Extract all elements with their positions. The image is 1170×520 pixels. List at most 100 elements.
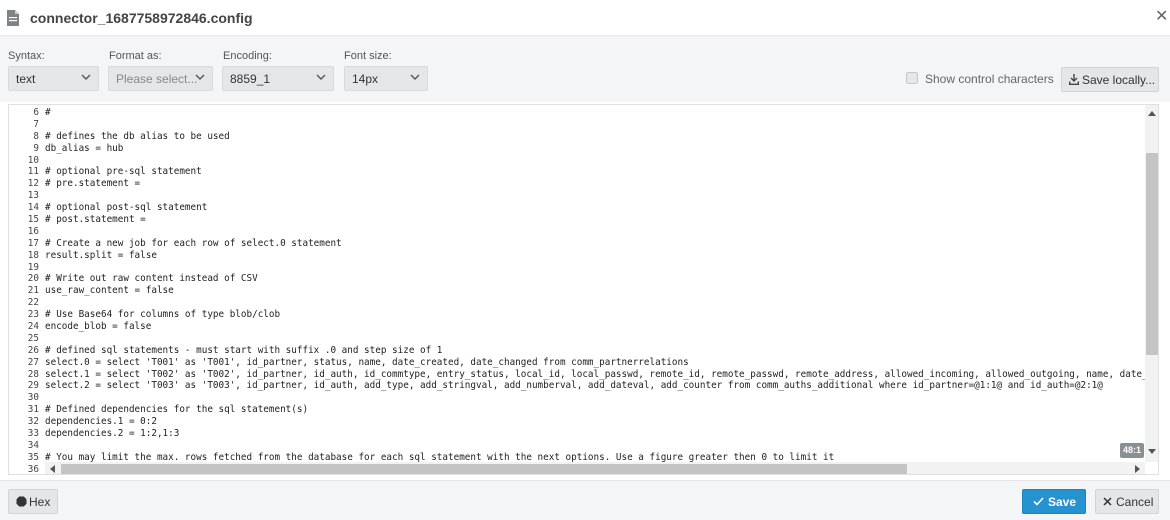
line-number: 33: [27, 428, 39, 440]
line-number: 7: [33, 118, 39, 130]
line-number: 9: [33, 142, 39, 154]
title-bar: connector_1687758972846.config ✕: [0, 0, 1170, 36]
close-icon: [1103, 497, 1112, 506]
line-number: 11: [27, 166, 39, 178]
format-placeholder: Please select...: [116, 72, 198, 86]
code-line[interactable]: use_raw_content = false: [45, 285, 1145, 297]
hex-label: Hex: [29, 495, 51, 509]
line-number: 15: [27, 214, 39, 226]
scroll-down-arrow-icon[interactable]: [1148, 449, 1156, 455]
format-label: Format as:: [109, 50, 162, 62]
line-number: 31: [27, 404, 39, 416]
syntax-label: Syntax:: [8, 50, 45, 62]
hex-button[interactable]: Hex: [8, 489, 58, 514]
save-button[interactable]: Save: [1022, 489, 1086, 514]
code-line[interactable]: [45, 155, 1145, 167]
line-number: 8: [33, 130, 39, 142]
code-line[interactable]: # Create a new job for each row of selec…: [45, 238, 1145, 250]
line-number: 26: [27, 344, 39, 356]
window-title: connector_1687758972846.config: [30, 10, 253, 26]
code-line[interactable]: [45, 119, 1145, 131]
checkmark-icon: [1033, 497, 1044, 506]
show-control-characters-checkbox[interactable]: [906, 72, 918, 84]
code-line[interactable]: # post.statement =: [45, 214, 1145, 226]
code-line[interactable]: [45, 262, 1145, 274]
code-line[interactable]: dependencies.2 = 1:2,1:3: [45, 428, 1145, 440]
code-line[interactable]: #: [45, 107, 1145, 119]
line-number: 23: [27, 309, 39, 321]
cancel-label: Cancel: [1116, 495, 1154, 509]
zoom-badge: 48:1: [1120, 443, 1144, 458]
cancel-button[interactable]: Cancel: [1095, 489, 1159, 514]
code-line[interactable]: encode_blob = false: [45, 321, 1145, 333]
line-number: 10: [27, 154, 39, 166]
show-control-characters-label[interactable]: Show control characters: [925, 72, 1054, 86]
line-number: 16: [27, 225, 39, 237]
line-number: 21: [27, 285, 39, 297]
code-line[interactable]: # optional pre-sql statement: [45, 166, 1145, 178]
syntax-select[interactable]: text: [8, 66, 99, 91]
chevron-down-icon: [316, 74, 326, 80]
close-icon[interactable]: ✕: [1155, 9, 1168, 25]
code-area[interactable]: # # defines the db alias to be used db_ali…: [45, 105, 1145, 462]
chevron-down-icon: [410, 74, 420, 80]
line-number: 17: [27, 237, 39, 249]
code-line[interactable]: db_alias = hub: [45, 143, 1145, 155]
save-label: Save: [1048, 495, 1077, 509]
font-size-value: 14px: [352, 72, 379, 86]
code-line[interactable]: # Use Base64 for columns of type blob/cl…: [45, 309, 1145, 321]
line-number: 32: [27, 416, 39, 428]
code-line[interactable]: # optional post-sql statement: [45, 202, 1145, 214]
font-size-select[interactable]: 14px: [344, 66, 428, 91]
format-select[interactable]: Please select...: [108, 66, 213, 91]
code-line[interactable]: [45, 226, 1145, 238]
code-line[interactable]: # Defined dependencies for the sql state…: [45, 404, 1145, 416]
code-editor[interactable]: 6 7 8 9 10 11 12 13 14 15 16 17 18 19 20 21 22 23 24 25 26 27…: [8, 104, 1159, 475]
chevron-down-icon: [195, 74, 205, 80]
encoding-select[interactable]: 8859_1: [222, 66, 334, 91]
code-line[interactable]: # pre.statement =: [45, 178, 1145, 190]
code-line[interactable]: # You may limit the max. rows fetched fr…: [45, 452, 1145, 462]
line-number-gutter: 6 7 8 9 10 11 12 13 14 15 16 17 18 19 20 21 22 23 24 25 26 27…: [9, 105, 41, 474]
code-line[interactable]: [45, 392, 1145, 404]
horizontal-scrollbar[interactable]: [45, 462, 1145, 474]
line-number: 18: [27, 249, 39, 261]
line-number: 29: [27, 380, 39, 392]
line-number: 24: [27, 321, 39, 333]
line-number: 22: [27, 297, 39, 309]
line-number: 12: [27, 178, 39, 190]
encoding-label: Encoding:: [223, 50, 272, 62]
line-number: 27: [27, 356, 39, 368]
code-line[interactable]: select.2 = select 'T003' as 'T003', id_p…: [45, 380, 1145, 392]
code-line[interactable]: dependencies.1 = 0:2: [45, 416, 1145, 428]
code-line[interactable]: # Write out raw content instead of CSV: [45, 273, 1145, 285]
line-number: 14: [27, 202, 39, 214]
scroll-up-arrow-icon[interactable]: [1148, 110, 1156, 116]
syntax-value: text: [16, 72, 36, 86]
editor-toolbar: Syntax: text Format as: Please select...…: [0, 36, 1170, 102]
line-number: 34: [27, 439, 39, 451]
line-number: 6: [33, 107, 39, 118]
save-locally-button[interactable]: Save locally...: [1061, 67, 1159, 92]
code-line[interactable]: [45, 190, 1145, 202]
scroll-left-arrow-icon[interactable]: [49, 465, 55, 473]
code-line[interactable]: select.1 = select 'T002' as 'T002', id_p…: [45, 369, 1145, 381]
code-line[interactable]: result.split = false: [45, 250, 1145, 262]
dialog-footer: Hex Save Cancel: [0, 480, 1170, 520]
encoding-value: 8859_1: [230, 72, 271, 86]
line-number: 13: [27, 190, 39, 202]
code-line[interactable]: select.0 = select 'T001' as 'T001', id_p…: [45, 357, 1145, 369]
vertical-scroll-thumb[interactable]: [1146, 153, 1158, 355]
code-line[interactable]: [45, 333, 1145, 345]
code-line[interactable]: # defined sql statements - must start wi…: [45, 345, 1145, 357]
line-number: 19: [27, 261, 39, 273]
scroll-right-arrow-icon[interactable]: [1135, 465, 1141, 473]
horizontal-scroll-thumb[interactable]: [61, 464, 907, 474]
hexagon-icon: [16, 496, 27, 507]
vertical-scrollbar[interactable]: [1145, 105, 1158, 462]
font-size-label: Font size:: [344, 50, 392, 62]
line-number: 28: [27, 368, 39, 380]
code-line[interactable]: # defines the db alias to be used: [45, 131, 1145, 143]
code-line[interactable]: [45, 297, 1145, 309]
code-line[interactable]: [45, 440, 1145, 452]
